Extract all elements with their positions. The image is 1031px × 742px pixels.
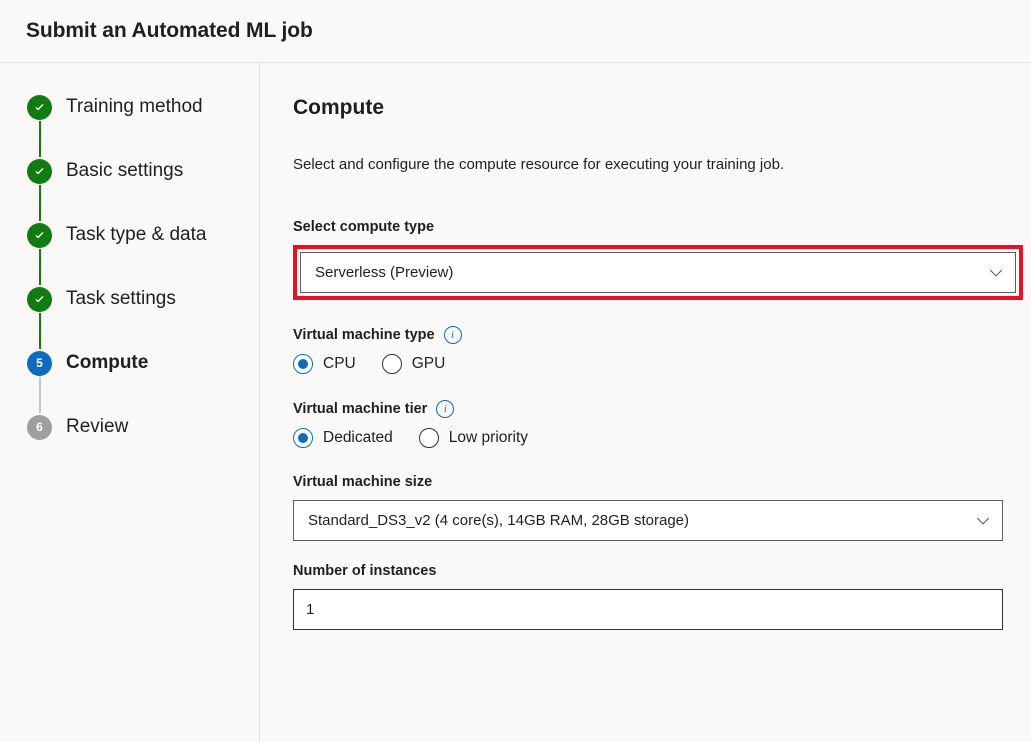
check-icon xyxy=(33,293,46,306)
vm-tier-label: Virtual machine tier i xyxy=(293,400,1031,418)
vm-tier-option-low-priority[interactable]: Low priority xyxy=(419,428,528,448)
sidebar-item-basic-settings[interactable]: Basic settings xyxy=(27,157,259,185)
step-badge-pending: 6 xyxy=(27,415,52,440)
info-icon[interactable]: i xyxy=(436,400,454,418)
vm-tier-group: Virtual machine tier i Dedicated Low pri… xyxy=(293,400,1031,448)
section-description: Select and configure the compute resourc… xyxy=(293,156,1031,173)
compute-type-value: Serverless (Preview) xyxy=(315,264,988,281)
step-connector xyxy=(39,377,41,413)
vm-tier-option-dedicated[interactable]: Dedicated xyxy=(293,428,393,448)
vm-size-label: Virtual machine size xyxy=(293,474,1031,490)
step-badge-complete xyxy=(27,159,52,184)
vm-type-group: Virtual machine type i CPU GPU xyxy=(293,326,1031,374)
section-title: Compute xyxy=(293,96,1031,120)
check-icon xyxy=(33,165,46,178)
chevron-down-icon xyxy=(988,265,1004,281)
wizard-step-list: Training method Basic settings xyxy=(0,93,259,441)
sidebar-item-label: Training method xyxy=(66,96,203,118)
radio-button-unselected[interactable] xyxy=(382,354,402,374)
compute-type-group: Select compute type Serverless (Preview) xyxy=(293,219,1031,300)
sidebar-item-label: Task settings xyxy=(66,288,176,310)
radio-button-selected[interactable] xyxy=(293,428,313,448)
compute-type-label-text: Select compute type xyxy=(293,219,434,235)
instances-input[interactable] xyxy=(293,589,1003,630)
compute-panel: Compute Select and configure the compute… xyxy=(260,63,1031,742)
sidebar-item-training-method[interactable]: Training method xyxy=(27,93,259,121)
radio-button-selected[interactable] xyxy=(293,354,313,374)
vm-type-option-label: CPU xyxy=(323,355,356,373)
vm-tier-option-label: Dedicated xyxy=(323,429,393,447)
compute-type-select[interactable]: Serverless (Preview) xyxy=(300,252,1016,293)
vm-size-select[interactable]: Standard_DS3_v2 (4 core(s), 14GB RAM, 28… xyxy=(293,500,1003,541)
vm-type-label: Virtual machine type i xyxy=(293,326,1031,344)
sidebar-item-review[interactable]: 6 Review xyxy=(27,413,259,441)
compute-type-label: Select compute type xyxy=(293,219,1031,235)
vm-tier-label-text: Virtual machine tier xyxy=(293,401,427,417)
check-icon xyxy=(33,229,46,242)
sidebar-item-label: Task type & data xyxy=(66,224,206,246)
page-title: Submit an Automated ML job xyxy=(26,19,313,43)
sidebar-item-label: Compute xyxy=(66,352,148,374)
sidebar-item-label: Review xyxy=(66,416,128,438)
vm-type-option-label: GPU xyxy=(412,355,446,373)
vm-type-label-text: Virtual machine type xyxy=(293,327,435,343)
check-icon xyxy=(33,101,46,114)
vm-size-group: Virtual machine size Standard_DS3_v2 (4 … xyxy=(293,474,1031,541)
radio-button-unselected[interactable] xyxy=(419,428,439,448)
info-icon[interactable]: i xyxy=(444,326,462,344)
step-connector xyxy=(39,185,41,221)
radio-dot xyxy=(298,433,308,443)
radio-dot xyxy=(298,359,308,369)
sidebar-item-task-type-data[interactable]: Task type & data xyxy=(27,221,259,249)
vm-tier-radio-group: Dedicated Low priority xyxy=(293,428,1031,448)
step-connector xyxy=(39,313,41,349)
step-badge-complete xyxy=(27,287,52,312)
wizard-sidebar: Training method Basic settings xyxy=(0,63,260,742)
step-badge-complete xyxy=(27,95,52,120)
vm-type-radio-group: CPU GPU xyxy=(293,354,1031,374)
body-split: Training method Basic settings xyxy=(0,63,1031,742)
vm-type-option-cpu[interactable]: CPU xyxy=(293,354,356,374)
vm-type-option-gpu[interactable]: GPU xyxy=(382,354,446,374)
app-header: Submit an Automated ML job xyxy=(0,0,1031,63)
sidebar-item-compute[interactable]: 5 Compute xyxy=(27,349,259,377)
sidebar-item-task-settings[interactable]: Task settings xyxy=(27,285,259,313)
vm-size-value: Standard_DS3_v2 (4 core(s), 14GB RAM, 28… xyxy=(308,512,975,529)
instances-label-text: Number of instances xyxy=(293,563,436,579)
instances-group: Number of instances xyxy=(293,563,1031,630)
sidebar-item-label: Basic settings xyxy=(66,160,183,182)
step-connector xyxy=(39,249,41,285)
step-badge-complete xyxy=(27,223,52,248)
instances-label: Number of instances xyxy=(293,563,1031,579)
chevron-down-icon xyxy=(975,513,991,529)
compute-type-highlight-frame: Serverless (Preview) xyxy=(293,245,1023,300)
step-connector xyxy=(39,121,41,157)
vm-tier-option-label: Low priority xyxy=(449,429,528,447)
vm-size-label-text: Virtual machine size xyxy=(293,474,432,490)
step-badge-current: 5 xyxy=(27,351,52,376)
